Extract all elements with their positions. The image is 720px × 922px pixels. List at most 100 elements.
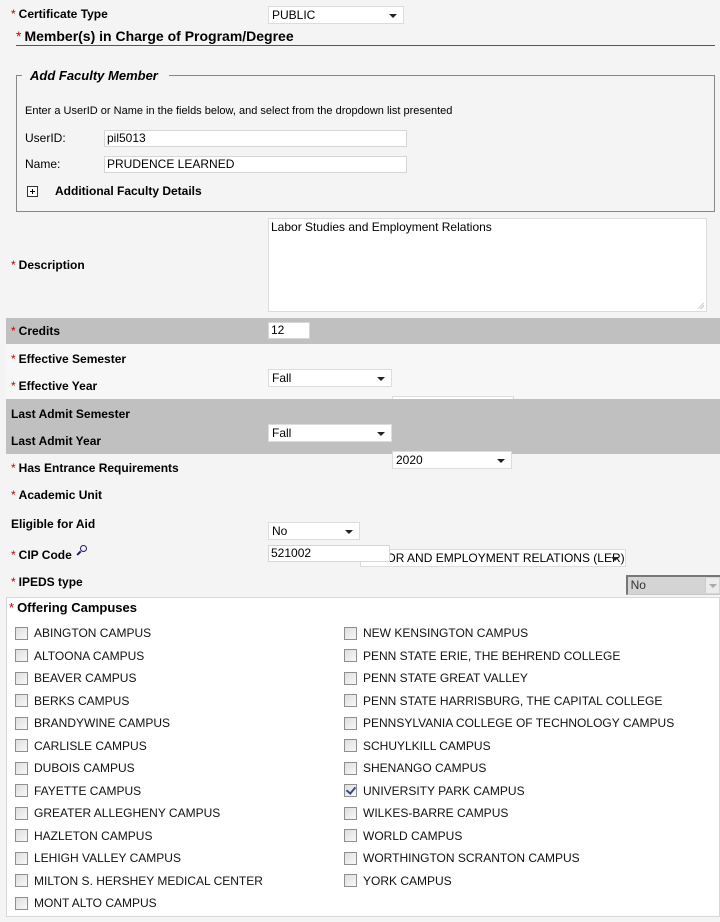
checkbox[interactable]	[15, 851, 28, 865]
checkbox[interactable]	[15, 829, 28, 842]
required-marker: *	[16, 28, 22, 44]
members-in-charge-heading: * Member(s) in Charge of Program/Degree	[16, 28, 294, 44]
chevron-down-icon	[610, 556, 619, 561]
campus-name: MILTON S. HERSHEY MEDICAL CENTER	[34, 873, 263, 888]
resize-grip-icon[interactable]	[697, 302, 704, 309]
campus-option[interactable]: BEAVER CAMPUS	[15, 671, 136, 685]
userid-input[interactable]: pil5013	[104, 130, 407, 147]
academic-unit-label: * Academic Unit	[11, 488, 103, 502]
checkbox[interactable]	[15, 784, 28, 797]
campus-name: NEW KENSINGTON CAMPUS	[363, 626, 529, 640]
academic-unit-select[interactable]: LABOR AND EMPLOYMENT RELATIONS (LER)	[359, 548, 626, 567]
chevron-down-icon	[377, 431, 385, 436]
has-entrance-requirements-label: * Has Entrance Requirements	[11, 461, 179, 475]
checkbox-checked[interactable]	[344, 784, 357, 797]
userid-label: UserID:	[25, 131, 66, 145]
additional-faculty-details-toggle[interactable]: Additional Faculty Details	[55, 184, 202, 198]
campus-option[interactable]: FAYETTE CAMPUS	[15, 784, 141, 798]
campus-option[interactable]: ALTOONA CAMPUS	[15, 649, 144, 663]
campus-name: LEHIGH VALLEY CAMPUS	[34, 851, 181, 865]
campus-name: WORTHINGTON SCRANTON CAMPUS	[363, 851, 580, 865]
campus-option[interactable]: PENN STATE GREAT VALLEY	[344, 671, 528, 685]
certificate-type-label: * Certificate Type	[11, 7, 108, 21]
campus-option[interactable]: NEW KENSINGTON CAMPUS	[344, 626, 528, 640]
campus-name: YORK CAMPUS	[363, 873, 452, 888]
campus-option[interactable]: BRANDYWINE CAMPUS	[15, 716, 170, 730]
lookup-magnifier-icon[interactable]	[76, 545, 87, 555]
campus-option[interactable]: WORTHINGTON SCRANTON CAMPUS	[344, 851, 580, 865]
campus-option[interactable]: CARLISLE CAMPUS	[15, 739, 147, 753]
campus-name: GREATER ALLEGHENY CAMPUS	[34, 806, 221, 820]
effective-semester-label: * Effective Semester	[11, 352, 127, 366]
last-admit-rows: Last Admit Semester Fall Last Admit Year…	[6, 399, 720, 469]
campus-name: DUBOIS CAMPUS	[34, 761, 135, 775]
effective-semester-select[interactable]: Fall	[268, 368, 392, 387]
checkbox[interactable]	[344, 761, 357, 775]
campus-name: FAYETTE CAMPUS	[34, 783, 142, 798]
checkbox[interactable]	[344, 874, 357, 887]
cip-code-input[interactable]: 521002	[268, 545, 390, 562]
campus-option[interactable]: PENN STATE ERIE, THE BEHREND COLLEGE	[344, 649, 620, 663]
last-admit-year-label: Last Admit Year	[11, 434, 102, 448]
cip-code-label: * CIP Code	[11, 545, 87, 562]
campus-option[interactable]: MONT ALTO CAMPUS	[15, 896, 157, 910]
campus-name: SCHUYLKILL CAMPUS	[363, 738, 491, 753]
campus-option[interactable]: MILTON S. HERSHEY MEDICAL CENTER	[15, 874, 263, 888]
effective-year-label: * Effective Year	[11, 379, 98, 393]
checkbox[interactable]	[15, 806, 28, 820]
campus-option[interactable]: WILKES-BARRE CAMPUS	[344, 806, 508, 820]
has-entrance-requirements-select[interactable]: No	[268, 521, 360, 540]
certificate-type-select[interactable]: PUBLIC	[268, 6, 404, 24]
name-input[interactable]: PRUDENCE LEARNED	[104, 156, 407, 173]
chevron-down-icon	[389, 14, 397, 18]
description-textarea[interactable]: Labor Studies and Employment Relations	[268, 218, 707, 312]
campus-option[interactable]: HAZLETON CAMPUS	[15, 829, 152, 843]
checkbox[interactable]	[344, 829, 357, 842]
campus-option[interactable]: SHENANGO CAMPUS	[344, 761, 486, 775]
checkbox[interactable]	[344, 739, 357, 752]
checkbox[interactable]	[344, 806, 357, 820]
chevron-down-icon	[377, 376, 385, 381]
chevron-down-icon	[709, 583, 718, 588]
campus-option[interactable]: LEHIGH VALLEY CAMPUS	[15, 851, 181, 865]
checkbox[interactable]	[15, 694, 28, 707]
campus-name: BRANDYWINE CAMPUS	[34, 716, 171, 730]
campus-option[interactable]: GREATER ALLEGHENY CAMPUS	[15, 806, 220, 820]
campus-name: PENN STATE GREAT VALLEY	[363, 671, 528, 685]
campus-option[interactable]: PENNSYLVANIA COLLEGE OF TECHNOLOGY CAMPU…	[344, 716, 674, 730]
campus-option[interactable]: DUBOIS CAMPUS	[15, 761, 135, 775]
checkbox[interactable]	[344, 626, 357, 640]
campus-option[interactable]: UNIVERSITY PARK CAMPUS	[344, 784, 525, 798]
checkbox[interactable]	[15, 874, 28, 887]
checkbox[interactable]	[344, 649, 357, 662]
campus-name: PENN STATE HARRISBURG, THE CAPITAL COLLE…	[363, 693, 663, 708]
checkbox[interactable]	[15, 716, 28, 730]
campus-option[interactable]: WORLD CAMPUS	[344, 829, 462, 843]
checkbox[interactable]	[15, 761, 28, 775]
expand-plus-icon[interactable]	[27, 186, 38, 197]
campus-option[interactable]: ABINGTON CAMPUS	[15, 626, 151, 640]
campus-name: CARLISLE CAMPUS	[34, 738, 147, 753]
checkbox[interactable]	[344, 716, 357, 730]
checkbox[interactable]	[344, 851, 357, 865]
add-faculty-legend: Add Faculty Member	[30, 68, 158, 83]
campus-option[interactable]: PENN STATE HARRISBURG, THE CAPITAL COLLE…	[344, 694, 662, 708]
disabled-dropdown-button	[705, 577, 720, 593]
campus-option[interactable]: YORK CAMPUS	[344, 874, 452, 888]
credits-input[interactable]: 12	[268, 322, 310, 339]
checkbox[interactable]	[15, 739, 28, 752]
checkbox[interactable]	[15, 896, 28, 910]
checkbox[interactable]	[15, 649, 28, 662]
last-admit-semester-select[interactable]: Fall	[268, 423, 392, 442]
eligible-for-aid-select: No	[625, 574, 720, 595]
checkbox[interactable]	[344, 694, 357, 707]
campus-name: SHENANGO CAMPUS	[363, 761, 487, 775]
checkbox[interactable]	[344, 671, 357, 685]
checkbox[interactable]	[15, 671, 28, 685]
campus-name: WILKES-BARRE CAMPUS	[363, 806, 509, 820]
checkbox[interactable]	[15, 626, 28, 640]
campus-option[interactable]: BERKS CAMPUS	[15, 694, 129, 708]
campus-name: ABINGTON CAMPUS	[34, 626, 152, 640]
campus-option[interactable]: SCHUYLKILL CAMPUS	[344, 739, 491, 753]
effective-rows: * Effective Semester Fall * Effective Year…	[6, 344, 720, 414]
